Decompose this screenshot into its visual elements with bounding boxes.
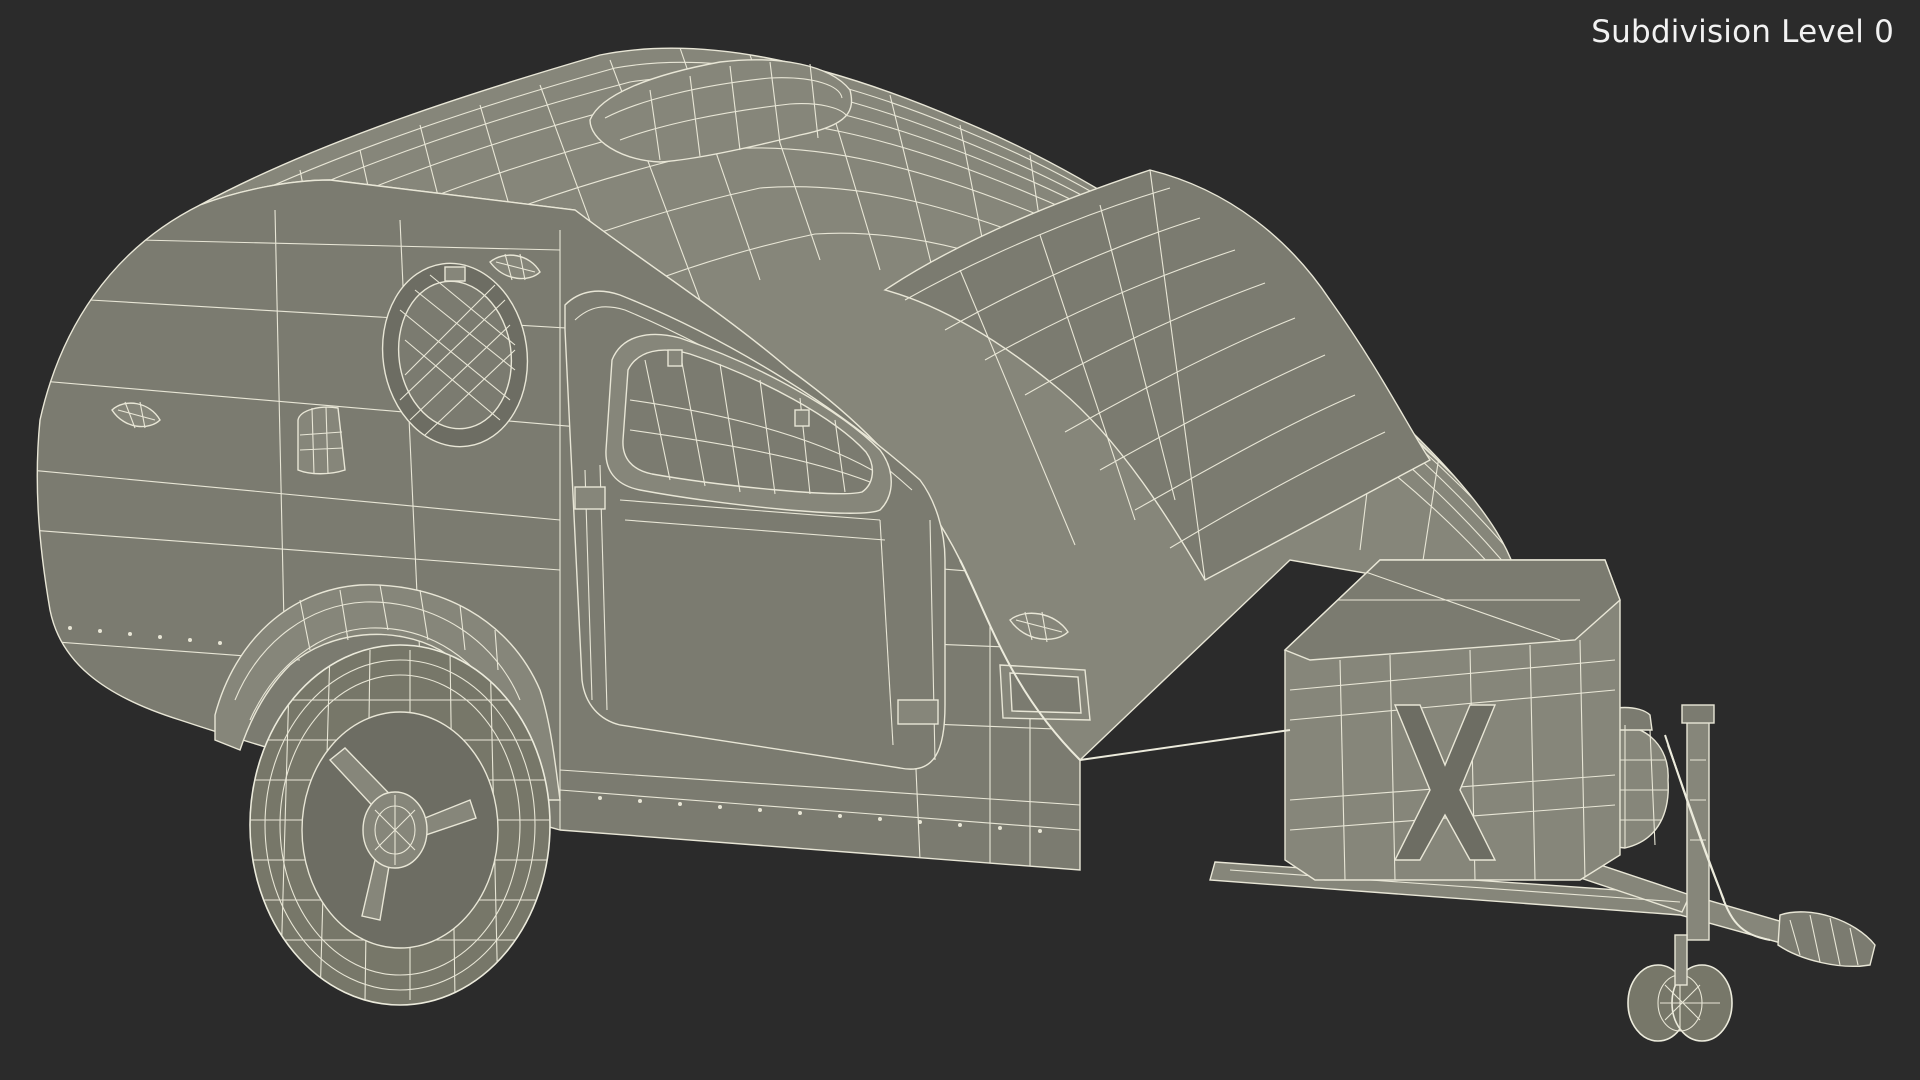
trailer-wireframe-render — [36, 47, 1876, 1042]
side-vent — [297, 406, 346, 475]
rear-wheel — [249, 644, 551, 1006]
door-latch-upper — [574, 486, 606, 510]
tongue-storage-box — [1283, 559, 1621, 881]
subdivision-level-label: Subdivision Level 0 — [1591, 14, 1894, 50]
door-latch-lower — [897, 699, 939, 725]
viewport[interactable]: Subdivision Level 0 — [0, 0, 1920, 1080]
